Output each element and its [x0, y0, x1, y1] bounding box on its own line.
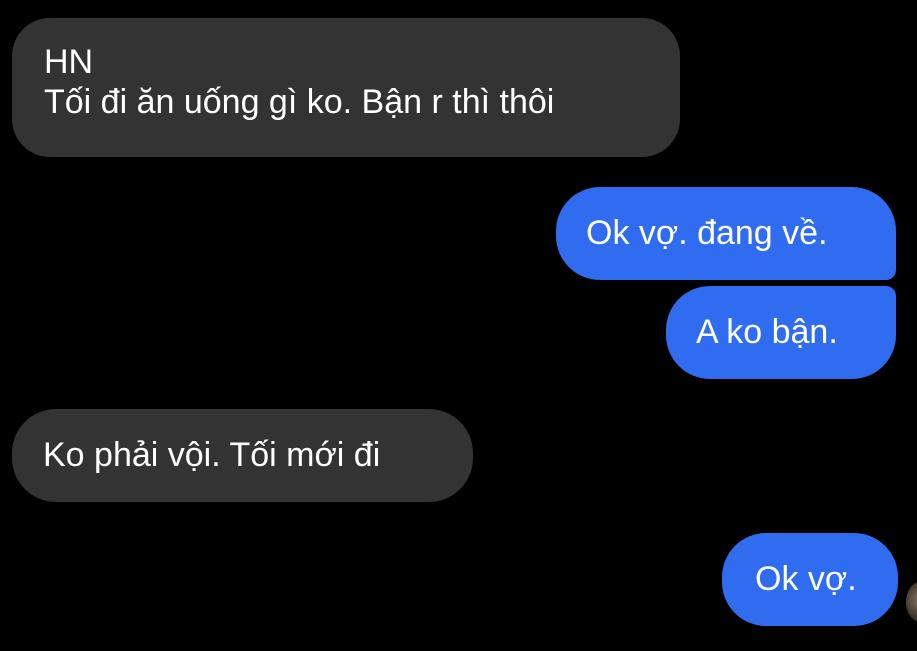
outgoing-message-bubble[interactable]: Ok vợ. đang về.: [556, 187, 896, 280]
outgoing-message-bubble[interactable]: A ko bận.: [666, 286, 896, 379]
message-text: Ko phải vội. Tối mới đi: [43, 436, 381, 474]
message-text: Tối đi ăn uống gì ko. Bận r thì thôi: [44, 83, 555, 121]
message-text: Ok vợ. đang về.: [586, 214, 828, 252]
message-sender-name: HN: [44, 43, 94, 81]
message-text: Ok vợ.: [755, 560, 857, 598]
incoming-message-bubble[interactable]: HN Tối đi ăn uống gì ko. Bận r thì thôi: [12, 18, 680, 157]
incoming-message-bubble[interactable]: Ko phải vội. Tối mới đi: [12, 409, 473, 502]
outgoing-message-bubble[interactable]: Ok vợ.: [722, 533, 898, 626]
read-receipt-avatar: [906, 582, 917, 622]
message-text: A ko bận.: [696, 313, 838, 351]
